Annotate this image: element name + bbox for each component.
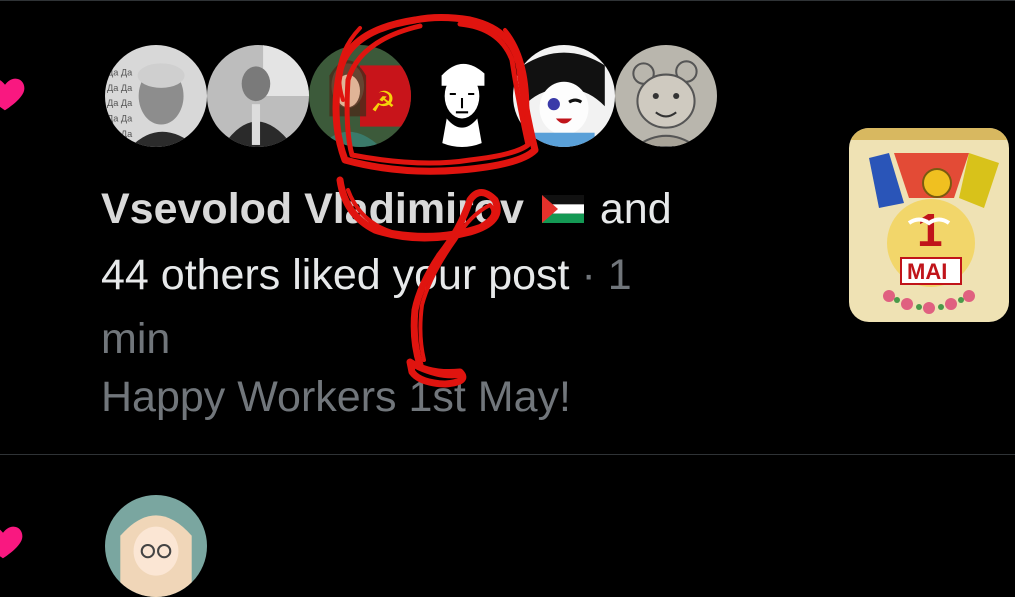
avatar[interactable] xyxy=(513,45,615,147)
post-thumbnail[interactable]: 1 MAI xyxy=(849,128,1009,322)
svg-text:Да Да: Да Да xyxy=(107,68,133,78)
timestamp-number: 1 xyxy=(607,251,632,299)
svg-text:☭: ☭ xyxy=(370,84,396,118)
avatar[interactable] xyxy=(105,495,207,597)
svg-text:Да Да: Да Да xyxy=(107,114,133,124)
separator-dot: · xyxy=(581,251,596,299)
palestine-flag-icon xyxy=(541,194,584,223)
top-divider xyxy=(0,0,1015,1)
svg-text:Да Да: Да Да xyxy=(107,129,133,139)
avatar[interactable] xyxy=(411,45,513,147)
others-text: 44 others liked your post xyxy=(101,251,570,299)
heart-icon xyxy=(0,78,25,111)
notification-divider xyxy=(0,454,1015,455)
timestamp-unit: min xyxy=(101,315,171,363)
like-summary-line: Vsevolod Vladimirov and xyxy=(101,182,672,236)
svg-text:Да Да: Да Да xyxy=(107,98,133,108)
and-text: and xyxy=(599,185,672,233)
liker-name[interactable]: Vsevolod Vladimirov xyxy=(101,185,524,233)
avatar[interactable]: Да Да Да Да Да Да Да Да Да Да xyxy=(105,45,207,147)
others-line: 44 others liked your post · 1 xyxy=(101,248,632,302)
avatar[interactable]: ☭ xyxy=(309,45,411,147)
avatar[interactable] xyxy=(207,45,309,147)
thumbnail-mai-label: MAI xyxy=(907,259,947,284)
heart-icon xyxy=(0,526,23,559)
post-preview-text: Happy Workers 1st May! xyxy=(101,373,571,421)
thumbnail-number: 1 xyxy=(917,204,943,256)
avatar[interactable] xyxy=(615,45,717,147)
svg-text:Да Да: Да Да xyxy=(107,83,133,93)
